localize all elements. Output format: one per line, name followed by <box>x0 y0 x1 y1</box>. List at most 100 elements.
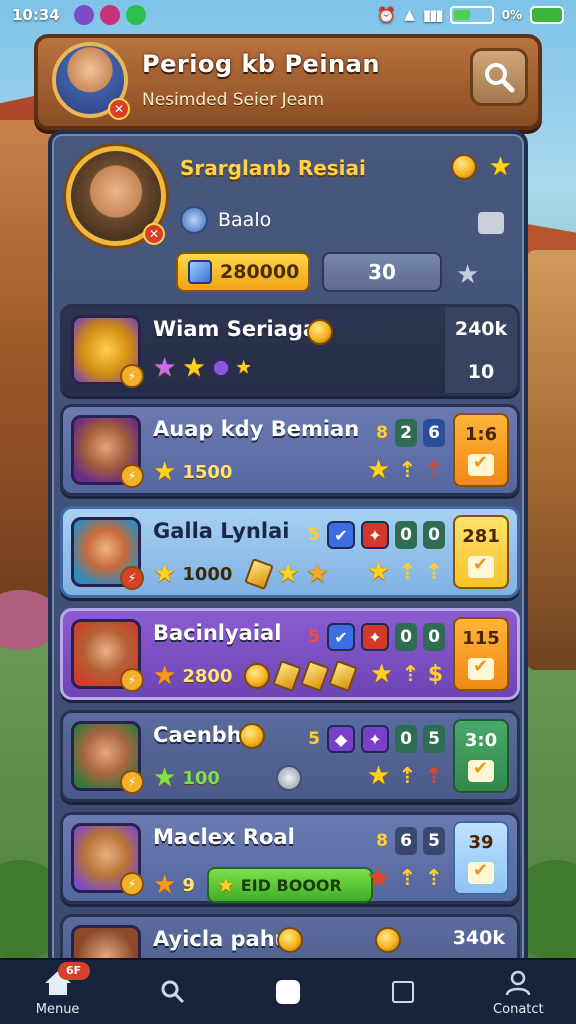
gear-icon[interactable] <box>180 206 208 234</box>
settings-icon[interactable] <box>478 212 504 234</box>
item-tag: 5 <box>423 725 445 753</box>
star-icon: ★ <box>153 457 177 487</box>
arrow-up-icon: ⇡ <box>398 559 417 585</box>
battery-text: 0% <box>501 8 522 22</box>
lightning-icon: ⚡ <box>120 668 144 692</box>
arrow-up-icon: ⇡ <box>398 763 417 789</box>
avatar-badge-icon: ✕ <box>108 98 130 120</box>
item-name: Wiam Seriagar <box>153 317 328 341</box>
coin-icon[interactable] <box>450 154 477 180</box>
rank-value: 115 <box>462 627 500 649</box>
rank-badge[interactable]: 1:6 <box>453 413 509 487</box>
profile-name: Srarglanb Resiai <box>180 156 366 180</box>
nav-search[interactable] <box>133 977 213 1007</box>
item-tag: 0 <box>395 623 417 651</box>
check-icon <box>468 452 494 477</box>
star-icon[interactable]: ★ <box>489 154 512 180</box>
arrow-up-icon: ⇡ <box>398 457 417 483</box>
star-icon: ★ <box>369 659 394 689</box>
profile-card: ✕ Srarglanb Resiai ★ Baalo 280000 30 ★ <box>60 140 520 300</box>
item-tag: 6 <box>395 827 417 855</box>
gold-value: 280000 <box>220 261 300 283</box>
rank-badge[interactable]: 3:0 <box>453 719 509 793</box>
gold-counter[interactable]: 280000 <box>176 252 310 292</box>
arrow-up-icon: ⇡ <box>424 457 443 483</box>
rank-value: 39 <box>468 831 494 853</box>
home-button-icon <box>273 977 303 1007</box>
item-name: Maclex Roal <box>153 825 295 849</box>
dollar-icon: $ <box>427 661 443 687</box>
star-icon: ★ <box>182 353 206 383</box>
page-subtitle: Nesimded Seier Jeam <box>142 90 325 110</box>
list-item[interactable]: ⚡ Caenbht ★ 100 5 ◆ ✦ 0 5 ★ ⇡ ⇡ 3:0 <box>60 710 520 802</box>
item-tag: 0 <box>423 521 445 549</box>
item-stat-top: 240k <box>454 317 508 340</box>
item-tag: 0 <box>395 521 417 549</box>
rank-badge[interactable]: 281 <box>453 515 509 589</box>
item-thumbnail: ⚡ <box>71 721 144 794</box>
item-score: 100 <box>182 767 220 789</box>
list-item[interactable]: ⚡ Bacinlyaial ★ 2800 5 ✔ ✦ 0 0 ★ ⇡ $ 115 <box>60 608 520 700</box>
badge-icon: ✦ <box>361 623 389 651</box>
item-thumbnail: ⚡ <box>71 517 144 590</box>
app-icon <box>73 5 94 25</box>
gem-icon <box>188 260 212 284</box>
profile-avatar[interactable]: ✕ <box>66 146 166 246</box>
item-tag: 0 <box>395 725 417 753</box>
page-title: Periog kb Peinan <box>142 50 380 78</box>
star-icon: ★ <box>153 661 177 691</box>
item-tag: 6 <box>423 419 445 447</box>
star-icon: ★ <box>153 763 177 793</box>
signal-icon: ▮▮▮ <box>422 6 444 24</box>
star-icon: ★ <box>276 559 300 589</box>
check-icon <box>468 656 494 681</box>
list-item[interactable]: ⚡ Maclex Roal ★ 9 ★ EID BOOOR 8 6 5 ★ ⇡ … <box>60 812 520 904</box>
battery-icon <box>449 6 494 24</box>
list-item[interactable]: ⚡ Wiam Seriagar ★ ★ ★ 240k 10 <box>60 304 520 396</box>
arrow-up-icon: ⇡ <box>401 661 420 687</box>
header-avatar[interactable]: ✕ <box>52 42 130 120</box>
shield-icon: ◆ <box>327 725 355 753</box>
lightning-icon: ⚡ <box>120 364 144 388</box>
claim-button-label: EID BOOOR <box>240 875 342 895</box>
item-prefix: 8 <box>376 831 388 851</box>
rank-value: 3:0 <box>464 729 498 751</box>
rank-value: 281 <box>462 525 500 547</box>
nav-home[interactable]: 6F Menue <box>18 961 98 1017</box>
star-icon: ★ <box>366 557 391 587</box>
star-icon: ★ <box>153 870 177 900</box>
status-bar: 10:34 ⏰ ▲ ▮▮▮ 0% <box>0 0 576 30</box>
status-notification-icons <box>73 5 146 25</box>
claim-button[interactable]: ★ EID BOOOR <box>206 867 373 903</box>
rank-badge[interactable]: 115 <box>453 617 509 691</box>
item-name: Bacinlyaial <box>153 621 282 645</box>
coin-icon <box>277 927 303 953</box>
notification-badge: 6F <box>57 961 90 980</box>
shield-icon: ✔ <box>327 623 355 651</box>
star-outline-icon[interactable]: ★ <box>456 260 479 290</box>
gold-bar-icon <box>272 660 303 692</box>
leaderboard-panel: ✕ Srarglanb Resiai ★ Baalo 280000 30 ★ ⚡… <box>48 130 528 970</box>
check-icon <box>468 758 494 783</box>
lightning-icon: ⚡ <box>120 872 144 896</box>
silver-coin-icon <box>275 765 302 791</box>
nav-contact[interactable]: Conatct <box>478 968 558 1017</box>
level-counter[interactable]: 30 <box>322 252 442 292</box>
rank-badge[interactable]: 39 <box>453 821 509 895</box>
badge-icon: ✦ <box>361 521 389 549</box>
item-score: 1000 <box>182 563 233 585</box>
lightning-icon: ⚡ <box>120 464 144 488</box>
arrow-up-icon: ⇡ <box>424 559 443 585</box>
status-time: 10:34 <box>12 6 60 24</box>
search-button[interactable] <box>470 48 528 106</box>
nav-recent[interactable] <box>363 977 443 1007</box>
nav-contact-label: Conatct <box>493 1001 544 1017</box>
gem-icon <box>211 359 230 377</box>
app-icon <box>99 5 120 25</box>
list-item[interactable]: ⚡ Galla Lynlai ★ 1000 ★ ★ 5 ✔ ✦ 0 0 ★ ⇡ … <box>60 506 520 598</box>
item-stat-top: 340k <box>452 927 505 949</box>
list-item[interactable]: ⚡ Auap kdy Bemian ★ 1500 8 2 6 ★ ⇡ ⇡ 1:6 <box>60 404 520 496</box>
nav-center[interactable] <box>248 977 328 1007</box>
star-icon: ★ <box>366 761 391 791</box>
coin-icon <box>244 663 271 689</box>
